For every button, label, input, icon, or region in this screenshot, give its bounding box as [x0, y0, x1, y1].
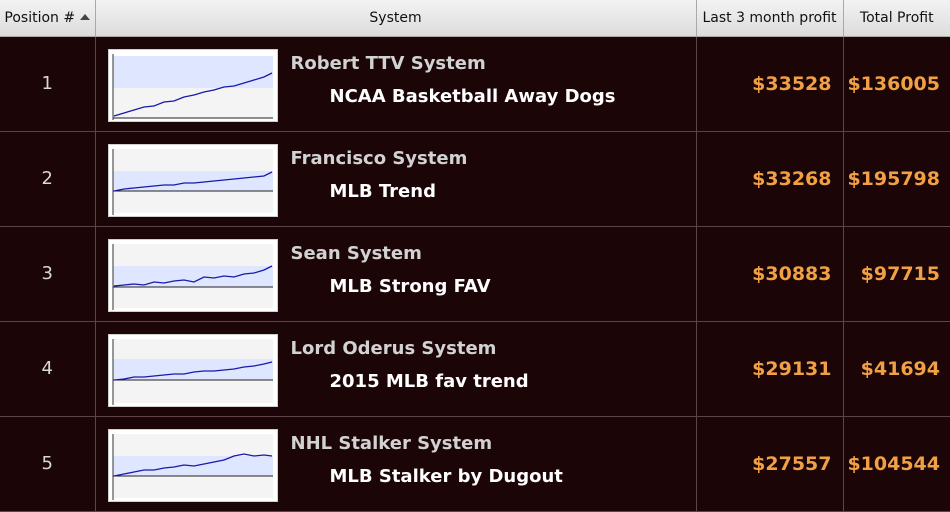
table-row[interactable]: 4 Lord Oderus System 2015 MLB fav trend … — [0, 321, 950, 417]
leaderboard-table: Position # System Last 3 month profit To… — [0, 0, 950, 512]
profit-chart-thumbnail[interactable] — [107, 428, 278, 502]
column-header-system-label: System — [369, 9, 422, 26]
profit-chart-thumbnail[interactable] — [107, 143, 278, 217]
total-profit-cell: $195798 — [843, 131, 950, 227]
column-header-position-label: Position # — [4, 9, 76, 26]
column-header-position[interactable]: Position # — [0, 0, 96, 37]
system-cell: Francisco System MLB Trend — [95, 131, 697, 227]
system-name[interactable]: Francisco System — [291, 147, 468, 171]
system-name[interactable]: Lord Oderus System — [291, 337, 529, 361]
subsystem-name[interactable]: NCAA Basketball Away Dogs — [330, 85, 616, 109]
position-cell: 5 — [0, 416, 96, 512]
total-profit-cell: $41694 — [843, 321, 950, 417]
system-cell: Lord Oderus System 2015 MLB fav trend — [95, 321, 697, 417]
profit-sparkline — [112, 433, 273, 500]
table-row[interactable]: 5 NHL Stalker System MLB Stalker by Dugo… — [0, 416, 950, 512]
column-header-total[interactable]: Total Profit — [843, 0, 950, 37]
last3-profit-cell: $27557 — [696, 416, 844, 512]
profit-sparkline — [112, 148, 273, 215]
profit-sparkline — [112, 243, 273, 310]
last3-profit-cell: $30883 — [696, 226, 844, 322]
system-name[interactable]: Robert TTV System — [291, 52, 616, 76]
table-row[interactable]: 2 Francisco System MLB Trend $33268 $195… — [0, 131, 950, 227]
profit-chart-thumbnail[interactable] — [107, 238, 278, 312]
total-profit-cell: $136005 — [843, 36, 950, 132]
system-name[interactable]: NHL Stalker System — [291, 432, 563, 456]
system-cell: Robert TTV System NCAA Basketball Away D… — [95, 36, 697, 132]
table-row[interactable]: 1 Robert TTV System NCAA Basketball Away… — [0, 36, 950, 132]
subsystem-name[interactable]: MLB Stalker by Dugout — [330, 465, 563, 489]
subsystem-name[interactable]: MLB Strong FAV — [330, 275, 491, 299]
position-cell: 4 — [0, 321, 96, 417]
position-cell: 1 — [0, 36, 96, 132]
column-header-last3-label: Last 3 month profit — [702, 9, 837, 26]
column-header-last3[interactable]: Last 3 month profit — [696, 0, 844, 37]
subsystem-name[interactable]: MLB Trend — [330, 180, 468, 204]
last3-profit-cell: $29131 — [696, 321, 844, 417]
profit-chart-thumbnail[interactable] — [107, 333, 278, 407]
sort-ascending-icon — [80, 13, 91, 20]
system-cell: NHL Stalker System MLB Stalker by Dugout — [95, 416, 697, 512]
position-cell: 3 — [0, 226, 96, 322]
subsystem-name[interactable]: 2015 MLB fav trend — [330, 370, 529, 394]
header-row: Position # System Last 3 month profit To… — [0, 0, 950, 37]
position-cell: 2 — [0, 131, 96, 227]
system-name[interactable]: Sean System — [291, 242, 491, 266]
last3-profit-cell: $33528 — [696, 36, 844, 132]
profit-sparkline — [112, 53, 273, 120]
profit-chart-thumbnail[interactable] — [107, 48, 278, 122]
total-profit-cell: $104544 — [843, 416, 950, 512]
profit-sparkline — [112, 338, 273, 405]
last3-profit-cell: $33268 — [696, 131, 844, 227]
total-profit-cell: $97715 — [843, 226, 950, 322]
table-row[interactable]: 3 Sean System MLB Strong FAV $30883 $977… — [0, 226, 950, 322]
system-cell: Sean System MLB Strong FAV — [95, 226, 697, 322]
column-header-system[interactable]: System — [95, 0, 697, 37]
column-header-total-label: Total Profit — [859, 9, 934, 26]
